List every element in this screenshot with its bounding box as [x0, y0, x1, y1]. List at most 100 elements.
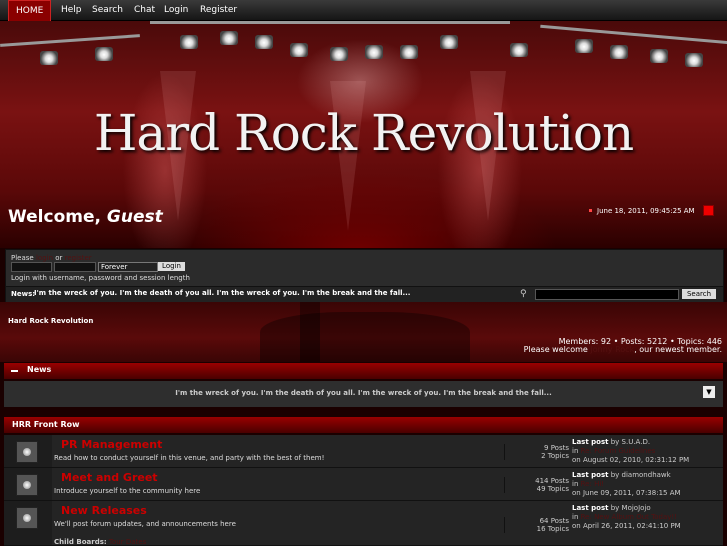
last-post-user[interactable]: diamondhawk	[622, 471, 671, 479]
nav-login[interactable]: Login	[164, 0, 188, 20]
board-name-link[interactable]: New Releases	[61, 504, 147, 517]
board-icon	[16, 441, 38, 463]
last-post-topic[interactable]: Re: Forum Guidelines	[581, 447, 656, 455]
login-prompt: Please login or register	[11, 254, 92, 262]
stage-light	[95, 47, 113, 61]
last-post-by: by	[610, 471, 620, 479]
stage-light	[440, 35, 458, 49]
lighting-rig	[0, 34, 140, 47]
forum-name-link[interactable]: Hard Rock Revolution	[8, 317, 93, 325]
category-header: HRR Front Row	[4, 417, 723, 433]
stage-light	[400, 45, 418, 59]
last-post-user[interactable]: S.U.A.D.	[622, 438, 651, 446]
minus-icon[interactable]	[11, 370, 18, 372]
stage-light	[685, 53, 703, 67]
stage-light	[650, 49, 668, 63]
stage-light	[510, 43, 528, 57]
board-last-post: Last post by S.U.A.D. in Re: Forum Guide…	[572, 438, 689, 465]
board-last-post: Last post by diamondhawk in Re: Hi! on J…	[572, 471, 681, 498]
search-button[interactable]: Search	[682, 289, 716, 299]
site-logo-title: Hard Rock Revolution	[93, 104, 634, 162]
news-ticker-text: I'm the wreck of you. I'm the death of y…	[34, 289, 411, 297]
password-input[interactable]	[54, 262, 96, 272]
session-length-value: Forever	[101, 263, 128, 271]
login-prompt-or: or	[55, 254, 63, 262]
welcome-text: Welcome,	[8, 207, 101, 227]
news-body-text: I'm the wreck of you. I'm the death of y…	[175, 389, 552, 397]
news-ticker-bar: News: I'm the wreck of you. I'm the deat…	[5, 286, 724, 303]
stage-light	[575, 39, 593, 53]
board-icon-cell	[4, 501, 52, 545]
board-icon	[16, 507, 38, 529]
bullet-icon	[589, 209, 592, 212]
last-post-topic[interactable]: Re: Hi!	[581, 480, 604, 488]
category-title[interactable]: HRR Front Row	[12, 420, 80, 429]
nav-search[interactable]: Search	[92, 0, 123, 20]
board-posts: 414 Posts	[535, 477, 569, 485]
board-row: PR Management Read how to conduct yourse…	[4, 435, 723, 468]
board-posts: 64 Posts	[539, 517, 569, 525]
board-description: We'll post forum updates, and announceme…	[54, 520, 236, 528]
newest-member-line: Please welcome Jonny Rock, our newest me…	[524, 345, 722, 354]
newest-member-link[interactable]: Jonny Rock	[590, 345, 634, 354]
login-link[interactable]: login	[36, 254, 53, 262]
login-prompt-text: Please	[11, 254, 34, 262]
board-description: Introduce yourself to the community here	[54, 487, 201, 495]
board-posts: 9 Posts	[544, 444, 569, 452]
last-post-date: on June 09, 2011, 07:38:15 AM	[572, 489, 681, 497]
last-post-by: by	[610, 438, 620, 446]
search-input[interactable]	[535, 289, 679, 300]
guest-name: Guest	[106, 207, 163, 227]
board-topics: 16 Topics	[536, 525, 569, 533]
last-post-date: on August 02, 2010, 02:31:12 PM	[572, 456, 690, 464]
chevron-down-icon[interactable]: ▼	[703, 386, 715, 398]
stage-silhouette	[300, 302, 320, 362]
board-name-link[interactable]: PR Management	[61, 438, 162, 451]
stage-light	[365, 45, 383, 59]
session-length-select[interactable]: Forever	[98, 262, 158, 272]
nav-register[interactable]: Register	[200, 0, 237, 20]
current-date: June 18, 2011, 09:45:25 AM	[597, 207, 695, 215]
last-post-in: in	[572, 480, 579, 488]
board-last-post: Last post by MojoJojo in Re: New Album O…	[572, 504, 681, 531]
last-post-label: Last post	[572, 438, 609, 446]
board-description: Read how to conduct yourself in this ven…	[54, 454, 325, 462]
magnifier-icon: ⚲	[520, 289, 527, 299]
last-post-by: by	[610, 504, 620, 512]
news-section-title: News	[27, 365, 52, 374]
board-row: New Releases We'll post forum updates, a…	[4, 501, 723, 546]
board-icon-cell	[4, 435, 52, 467]
news-section-header: News	[4, 363, 723, 379]
username-input[interactable]	[11, 262, 52, 272]
last-post-in: in	[572, 513, 579, 521]
last-post-date: on April 26, 2011, 02:41:10 PM	[572, 522, 681, 530]
stage-light	[255, 35, 273, 49]
stage-light	[290, 43, 308, 57]
stage-light	[180, 35, 198, 49]
board-icon-cell	[4, 468, 52, 500]
site-header: Hard Rock Revolution Welcome, Guest June…	[0, 21, 727, 248]
board-name-link[interactable]: Meet and Greet	[61, 471, 158, 484]
stage-light	[40, 51, 58, 65]
stage-silhouette	[260, 312, 470, 362]
welcome-message: Welcome, Guest	[8, 207, 163, 227]
board-icon	[16, 474, 38, 496]
nav-chat[interactable]: Chat	[134, 0, 155, 20]
newest-member-suffix: , our newest member.	[634, 345, 722, 354]
news-label: News:	[11, 290, 36, 298]
nav-home[interactable]: HOME	[8, 0, 52, 22]
board-row: Meet and Greet Introduce yourself to the…	[4, 468, 723, 501]
stage-light	[220, 31, 238, 45]
lighting-rig	[150, 21, 510, 24]
nav-help[interactable]: Help	[61, 0, 82, 20]
board-topics: 2 Topics	[541, 452, 569, 460]
board-topics: 49 Topics	[536, 485, 569, 493]
last-post-topic[interactable]: Re: New Album Out Today!!	[581, 513, 677, 521]
login-button[interactable]: Login	[158, 262, 185, 271]
stage-light	[610, 45, 628, 59]
top-navigation: HOME Help Search Chat Login Register	[0, 0, 727, 22]
last-post-user[interactable]: MojoJojo	[622, 504, 651, 512]
forum-stats-band: Hard Rock Revolution Members: 92 • Posts…	[0, 302, 727, 362]
collapse-header-button[interactable]	[703, 205, 714, 216]
register-link[interactable]: register	[65, 254, 92, 262]
